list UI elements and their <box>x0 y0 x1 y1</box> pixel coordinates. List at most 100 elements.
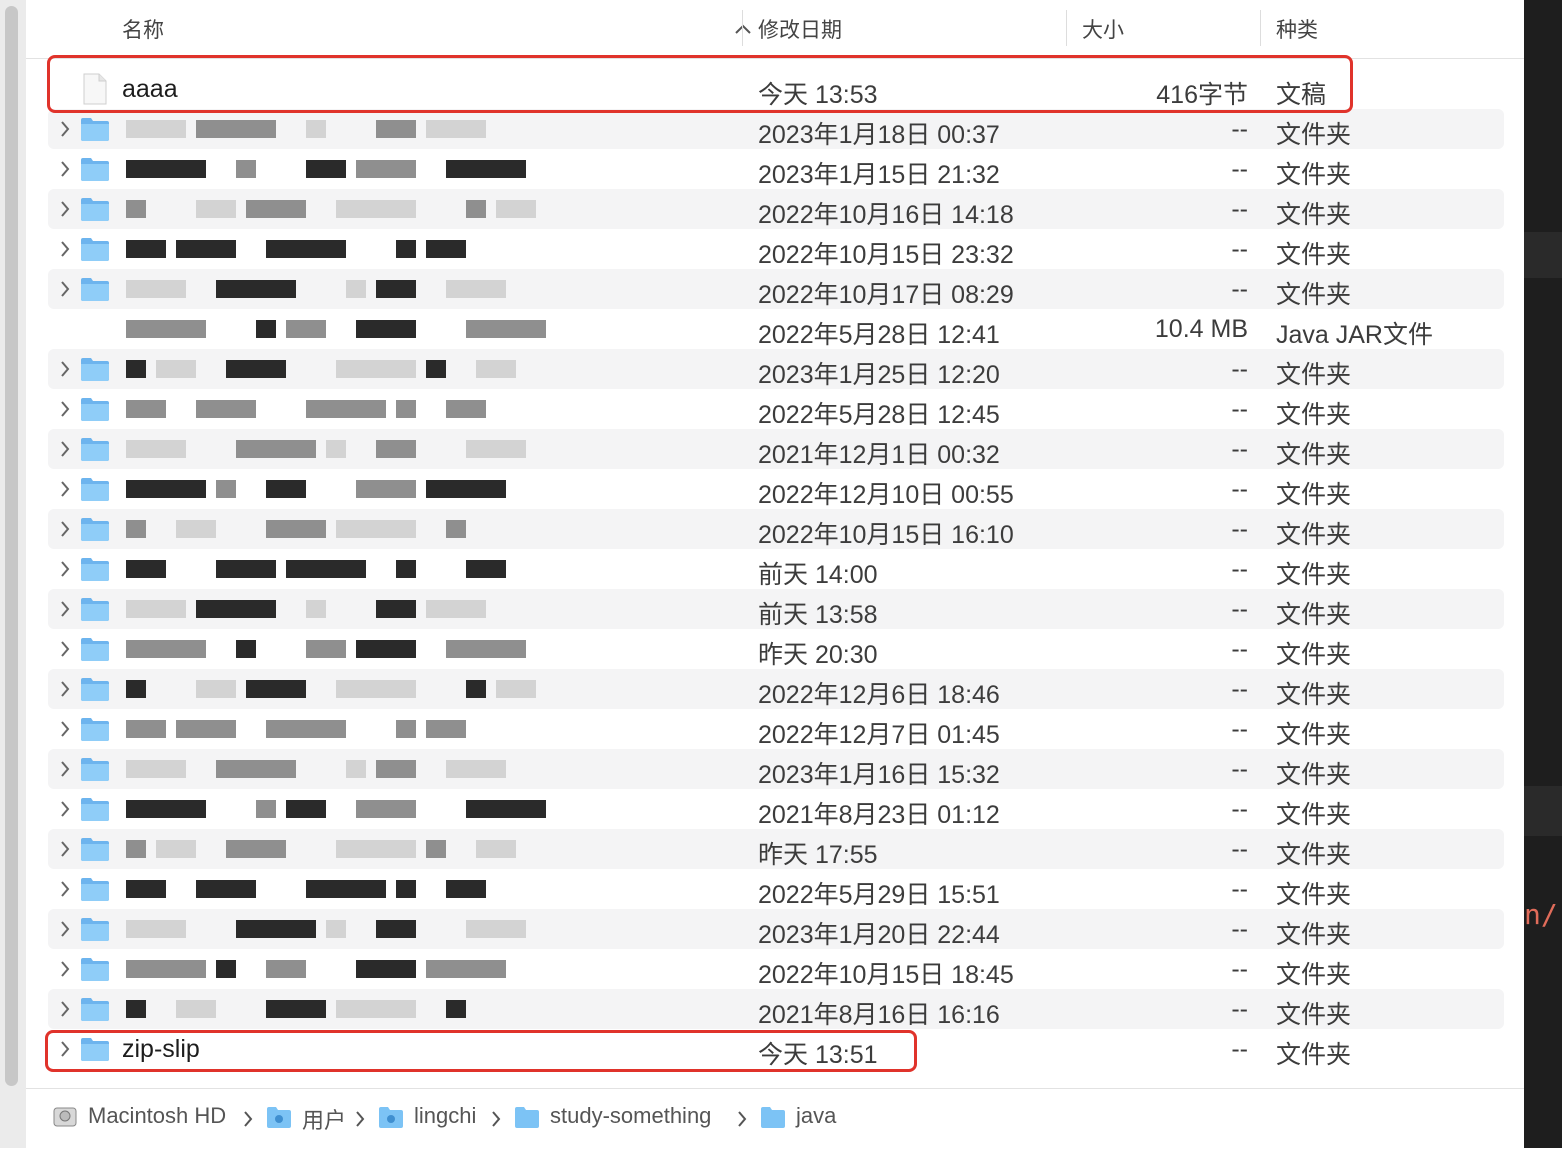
file-row[interactable]: 昨天 17:55 -- 文件夹 <box>26 829 1524 869</box>
folder-icon <box>81 358 109 381</box>
disclosure-chevron-icon[interactable] <box>58 478 72 500</box>
path-bar: Macintosh HD 用户 lingchi study-something java <box>26 1088 1524 1149</box>
file-row[interactable]: 前天 13:58 -- 文件夹 <box>26 589 1524 629</box>
file-size: -- <box>1231 515 1248 543</box>
disclosure-chevron-icon[interactable] <box>58 438 72 460</box>
disclosure-chevron-icon[interactable] <box>58 518 72 540</box>
column-separator[interactable] <box>742 10 743 46</box>
redacted-name <box>126 440 546 458</box>
file-row[interactable]: 2023年1月16日 15:32 -- 文件夹 <box>26 749 1524 789</box>
disclosure-chevron-icon[interactable] <box>58 598 72 620</box>
file-kind: 文件夹 <box>1276 641 1352 669</box>
file-size: -- <box>1231 355 1248 383</box>
file-size: -- <box>1231 475 1248 503</box>
file-row[interactable]: 昨天 20:30 -- 文件夹 <box>26 629 1524 669</box>
file-row[interactable]: 2022年10月15日 23:32 -- 文件夹 <box>26 229 1524 269</box>
modified-date: 2023年1月20日 22:44 <box>758 921 1000 949</box>
file-row[interactable]: aaaa 今天 13:53 416字节 文稿 <box>26 69 1524 109</box>
file-name[interactable]: zip-slip <box>122 1035 200 1064</box>
file-row[interactable]: 2022年10月15日 16:10 -- 文件夹 <box>26 509 1524 549</box>
disclosure-chevron-icon[interactable] <box>58 358 72 380</box>
path-lingchi[interactable]: lingchi <box>414 1103 476 1129</box>
disclosure-chevron-icon[interactable] <box>58 118 72 140</box>
file-row[interactable]: 前天 14:00 -- 文件夹 <box>26 549 1524 589</box>
modified-date: 前天 13:58 <box>758 601 878 629</box>
file-row[interactable]: 2022年10月16日 14:18 -- 文件夹 <box>26 189 1524 229</box>
disclosure-chevron-icon[interactable] <box>58 198 72 220</box>
file-row[interactable]: 2023年1月15日 21:32 -- 文件夹 <box>26 149 1524 189</box>
file-row[interactable]: 2023年1月20日 22:44 -- 文件夹 <box>26 909 1524 949</box>
file-size: -- <box>1231 115 1248 143</box>
vertical-scrollbar[interactable] <box>0 0 26 1148</box>
file-row[interactable]: 2022年5月28日 12:41 10.4 MB Java JAR文件 <box>26 309 1524 349</box>
disclosure-chevron-icon[interactable] <box>58 638 72 660</box>
disclosure-chevron-icon[interactable] <box>58 558 72 580</box>
path-study-something[interactable]: study-something <box>550 1103 711 1129</box>
folder-icon <box>81 438 109 461</box>
disclosure-chevron-icon[interactable] <box>58 838 72 860</box>
scrollbar-thumb[interactable] <box>5 6 18 1086</box>
modified-date: 昨天 20:30 <box>758 641 878 669</box>
sort-ascending-icon[interactable] <box>732 18 754 40</box>
hard-drive-icon <box>53 1107 77 1127</box>
disclosure-chevron-icon[interactable] <box>58 718 72 740</box>
file-kind: Java JAR文件 <box>1276 321 1433 349</box>
column-kind-header[interactable]: 种类 <box>1276 14 1318 44</box>
modified-date: 今天 13:53 <box>758 81 878 109</box>
file-row[interactable]: 2023年1月18日 00:37 -- 文件夹 <box>26 109 1524 149</box>
file-row[interactable]: 2022年5月28日 12:45 -- 文件夹 <box>26 389 1524 429</box>
column-separator[interactable] <box>1066 10 1067 46</box>
path-users[interactable]: 用户 <box>302 1103 346 1135</box>
file-size: -- <box>1231 595 1248 623</box>
modified-date: 今天 13:51 <box>758 1041 878 1069</box>
disclosure-chevron-icon[interactable] <box>58 158 72 180</box>
folder-icon <box>81 638 109 661</box>
file-row[interactable]: 2022年12月10日 00:55 -- 文件夹 <box>26 469 1524 509</box>
file-row[interactable]: 2022年10月17日 08:29 -- 文件夹 <box>26 269 1524 309</box>
modified-date: 2022年10月15日 16:10 <box>758 521 1014 549</box>
folder-icon <box>81 758 109 781</box>
disclosure-chevron-icon[interactable] <box>58 798 72 820</box>
chevron-right-icon <box>356 1111 365 1127</box>
disclosure-chevron-icon[interactable] <box>58 278 72 300</box>
redacted-name <box>126 360 546 378</box>
column-date-header[interactable]: 修改日期 <box>758 14 842 44</box>
disclosure-chevron-icon[interactable] <box>58 678 72 700</box>
redacted-name <box>126 560 546 578</box>
file-row[interactable]: 2023年1月25日 12:20 -- 文件夹 <box>26 349 1524 389</box>
disclosure-chevron-icon[interactable] <box>58 958 72 980</box>
file-kind: 文件夹 <box>1276 241 1352 269</box>
file-kind: 文件夹 <box>1276 401 1352 429</box>
file-row[interactable]: 2022年12月7日 01:45 -- 文件夹 <box>26 709 1524 749</box>
redacted-name <box>126 760 546 778</box>
file-row[interactable]: 2021年12月1日 00:32 -- 文件夹 <box>26 429 1524 469</box>
file-row[interactable]: 2022年12月6日 18:46 -- 文件夹 <box>26 669 1524 709</box>
modified-date: 2022年5月29日 15:51 <box>758 881 1000 909</box>
file-size: -- <box>1231 1035 1248 1063</box>
disclosure-chevron-icon[interactable] <box>58 238 72 260</box>
file-kind: 文件夹 <box>1276 121 1352 149</box>
file-row[interactable]: 2021年8月16日 16:16 -- 文件夹 <box>26 989 1524 1029</box>
file-size: 416字节 <box>1156 81 1248 109</box>
column-size-header[interactable]: 大小 <box>1082 14 1124 44</box>
disclosure-chevron-icon[interactable] <box>58 878 72 900</box>
file-row[interactable]: 2022年5月29日 15:51 -- 文件夹 <box>26 869 1524 909</box>
file-row[interactable]: 2022年10月15日 18:45 -- 文件夹 <box>26 949 1524 989</box>
path-macintosh-hd[interactable]: Macintosh HD <box>88 1103 226 1129</box>
redacted-name <box>126 680 546 698</box>
file-size: -- <box>1231 635 1248 663</box>
file-row[interactable]: zip-slip 今天 13:51 -- 文件夹 <box>26 1029 1524 1069</box>
disclosure-chevron-icon[interactable] <box>58 1038 72 1060</box>
file-kind: 文件夹 <box>1276 201 1352 229</box>
disclosure-chevron-icon[interactable] <box>58 998 72 1020</box>
folder-icon <box>81 878 109 901</box>
disclosure-chevron-icon[interactable] <box>58 918 72 940</box>
file-row[interactable]: 2021年8月23日 01:12 -- 文件夹 <box>26 789 1524 829</box>
disclosure-chevron-icon[interactable] <box>58 398 72 420</box>
disclosure-chevron-icon[interactable] <box>58 758 72 780</box>
file-name[interactable]: aaaa <box>122 75 178 104</box>
column-name-header[interactable]: 名称 <box>122 14 164 44</box>
file-kind: 文稿 <box>1276 81 1327 109</box>
column-separator[interactable] <box>1260 10 1261 46</box>
path-java[interactable]: java <box>796 1103 836 1129</box>
